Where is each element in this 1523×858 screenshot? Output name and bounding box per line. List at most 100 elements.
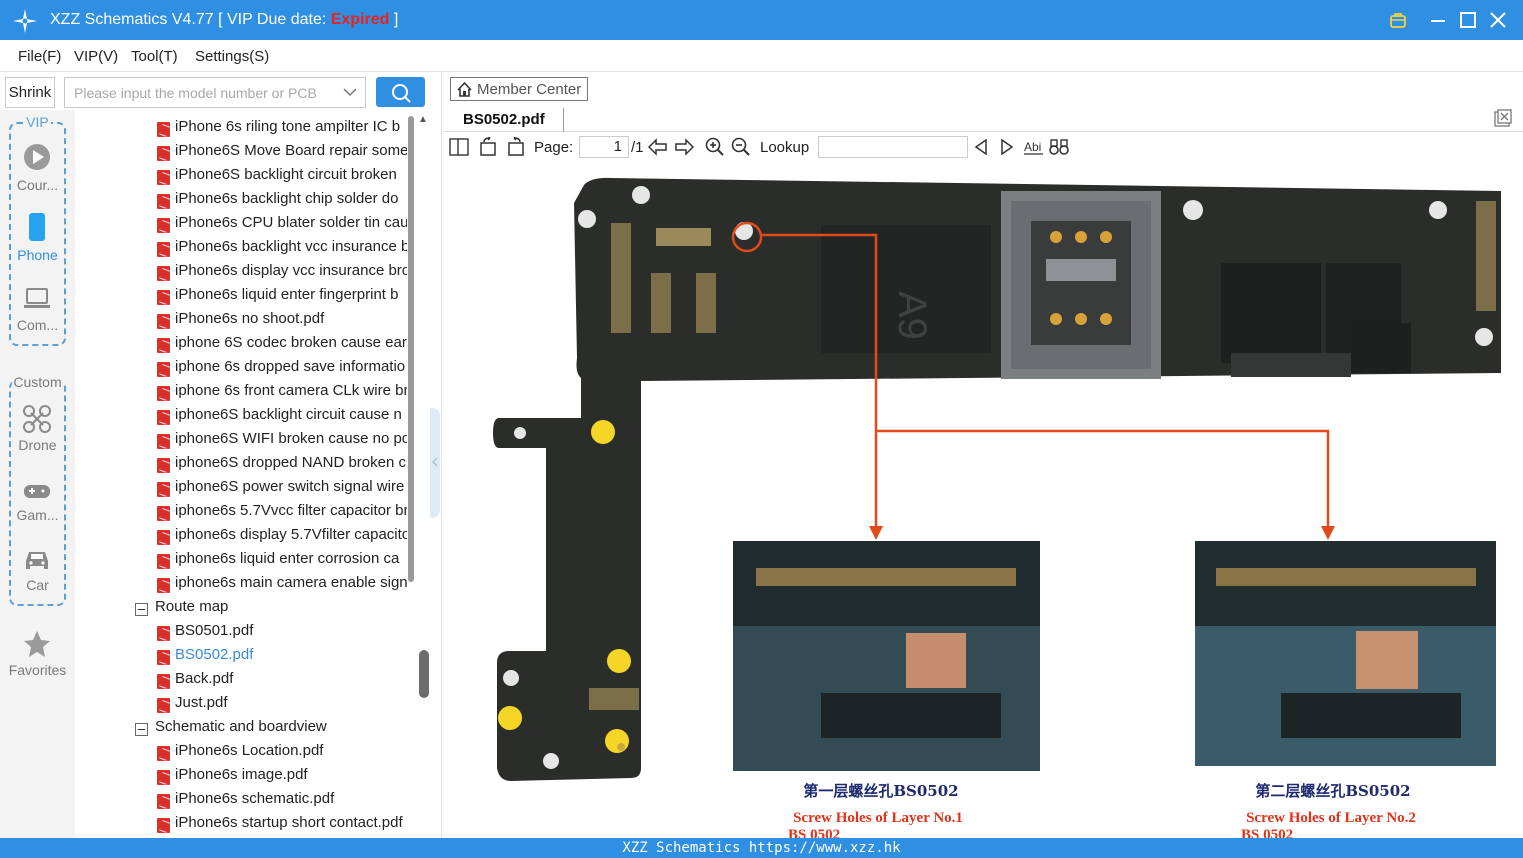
tree-scrollbar-inner[interactable] [408,116,414,582]
tree-file-item[interactable]: iphone6s display 5.7Vfilter capacito [75,526,415,550]
close-window-button[interactable] [1487,9,1509,31]
tree-file-item[interactable]: iphone 6S codec broken cause ear [75,334,415,358]
menu-settings[interactable]: Settings(S) [195,48,269,65]
rail-item-drone[interactable]: Drone [0,437,75,453]
rail-item-car[interactable]: Car [0,577,75,593]
tree-file-item[interactable]: iphone6s liquid enter corrosion ca [75,550,415,574]
caption2-cn: 第二层螺丝孔BS0502 [1255,782,1410,800]
car-icon[interactable] [22,544,52,574]
tree-file-item[interactable]: Back.pdf [75,670,415,694]
tree-file-item[interactable]: iPhone6s backlight vcc insurance b [75,238,415,262]
tree-file-label: iphone6s display 5.7Vfilter capacito [175,526,407,543]
drone-icon[interactable] [22,404,52,434]
page-number-input[interactable]: 1 [579,136,629,158]
tree-file-item[interactable]: iPhone6s display vcc insurance bro [75,262,415,286]
tree-file-item[interactable]: iPhone6S backlight circuit broken [75,166,415,190]
pdf-file-icon [157,770,170,785]
rail-item-course[interactable]: Cour... [0,177,75,193]
tree-file-item[interactable]: iphone6S backlight circuit cause n [75,406,415,430]
document-tabs: BS0502.pdf [443,104,1523,132]
tree-file-item[interactable]: iphone6s 5.7Vvcc filter capacitor br [75,502,415,526]
pdf-file-icon [157,386,170,401]
search-button[interactable] [376,77,425,107]
rail-item-game[interactable]: Gam... [0,507,75,523]
vip-bag-icon[interactable] [1387,9,1409,31]
minimize-button[interactable] [1427,9,1449,31]
panel-collapse-handle[interactable] [430,408,440,518]
tree-file-label: iPhone6s backlight chip solder do [175,190,399,207]
tree-file-item[interactable]: iPhone6s schematic.pdf [75,790,415,814]
menu-file[interactable]: File(F) [18,48,61,65]
next-page-arrow-icon[interactable] [674,138,694,156]
maximize-button[interactable] [1457,9,1479,31]
tree-file-label: iPhone6s CPU blater solder tin cau [175,214,407,231]
rail-item-computer[interactable]: Com... [0,317,75,333]
tree-file-item[interactable]: iPhone6s Location.pdf [75,742,415,766]
tree-file-item[interactable]: iPhone6s image.pdf [75,766,415,790]
sidebar-toggle-icon[interactable] [449,138,469,156]
caption1-en: Screw Holes of Layer No.1 [793,810,963,826]
tree-file-item[interactable]: iPhone6s startup short contact.pdf [75,814,415,838]
chip-label: A9 [890,291,934,340]
tree-file-label: iPhone6s no shoot.pdf [175,310,325,327]
menu-vip[interactable]: VIP(V) [74,48,118,65]
find-previous-icon[interactable] [974,139,988,155]
shrink-button[interactable]: Shrink [5,77,55,108]
tree-file-item[interactable]: iphone 6s front camera CLk wire br [75,382,415,406]
tab-bs0502[interactable]: BS0502.pdf [463,111,545,128]
chevron-left-icon [432,457,438,467]
tree-file-item[interactable]: iPhone6s liquid enter fingerprint b [75,286,415,310]
rail-item-favorites[interactable]: Favorites [0,662,75,678]
tree-file-item[interactable]: BS0502.pdf [75,646,415,670]
tree-file-item[interactable]: iPhone 6s riling tone ampilter IC b [75,118,415,142]
star-favorites-icon[interactable] [22,629,52,659]
tree-file-item[interactable]: iphone 6s dropped save informatio [75,358,415,382]
search-input[interactable]: Please input the model number or PCB [64,77,366,108]
tree-file-label: Just.pdf [175,694,228,711]
rotate-right-icon[interactable] [505,137,525,157]
collapse-toggle-icon[interactable] [135,603,148,616]
tree-file-item[interactable]: iPhone6s CPU blater solder tin cau [75,214,415,238]
tree-file-item[interactable]: iphone6S power switch signal wire [75,478,415,502]
tree-file-item[interactable]: iPhone6S Move Board repair some [75,142,415,166]
folder-schematic-boardview[interactable]: Schematic and boardview [75,718,415,742]
folder-route-map[interactable]: Route map [75,598,415,622]
scroll-up-icon[interactable]: ▲ [418,114,428,125]
status-bar: XZZ Schematics https://www.xzz.hk [0,838,1523,858]
pdf-file-icon [157,746,170,761]
zoom-in-icon[interactable] [705,137,725,157]
collapse-toggle-icon[interactable] [135,723,148,736]
file-tree: iPhone 6s riling tone ampilter IC b iPhon… [75,110,415,838]
tree-file-item[interactable]: iPhone6s backlight chip solder do [75,190,415,214]
zoom-out-icon[interactable] [731,137,751,157]
phone-icon[interactable] [22,212,52,242]
find-next-icon[interactable] [1000,139,1014,155]
lookup-input[interactable] [818,136,968,158]
tree-file-label: iPhone6s startup short contact.pdf [175,814,403,831]
tree-file-item[interactable]: iPhone6s no shoot.pdf [75,310,415,334]
rotate-left-icon[interactable] [479,137,499,157]
laptop-icon[interactable] [22,284,52,314]
rail-item-phone[interactable]: Phone [0,247,75,263]
tree-scrollbar-outer[interactable] [419,650,429,698]
tree-file-item[interactable]: Just.pdf [75,694,415,718]
lookup-label: Lookup [760,139,810,156]
play-course-icon[interactable] [22,142,52,172]
chevron-down-icon[interactable] [343,87,357,97]
member-center-button[interactable]: Member Center [450,77,588,101]
svg-text:Abi: Abi [1024,140,1041,154]
close-document-icon[interactable] [1494,109,1512,127]
prev-page-arrow-icon[interactable] [648,138,668,156]
tree-file-label: iPhone6s display vcc insurance bro [175,262,407,279]
menu-tool[interactable]: Tool(T) [131,48,178,65]
tree-file-item[interactable]: iphone6s main camera enable sign [75,574,415,598]
tree-file-item[interactable]: iphone6S dropped NAND broken c [75,454,415,478]
board-photo: A9 第一层螺丝孔BS0502 Screw Holes of Layer No.… [493,177,1501,838]
match-case-icon[interactable]: Abi [1023,138,1045,156]
pdf-page-view[interactable]: A9 第一层螺丝孔BS0502 Screw Holes of Layer No.… [451,163,1510,838]
gamepad-icon[interactable] [22,476,52,506]
whole-word-binoculars-icon[interactable] [1049,138,1071,156]
caption2-en: Screw Holes of Layer No.2 [1246,810,1416,826]
tree-file-item[interactable]: iphone6S WIFI broken cause no po [75,430,415,454]
tree-file-item[interactable]: BS0501.pdf [75,622,415,646]
